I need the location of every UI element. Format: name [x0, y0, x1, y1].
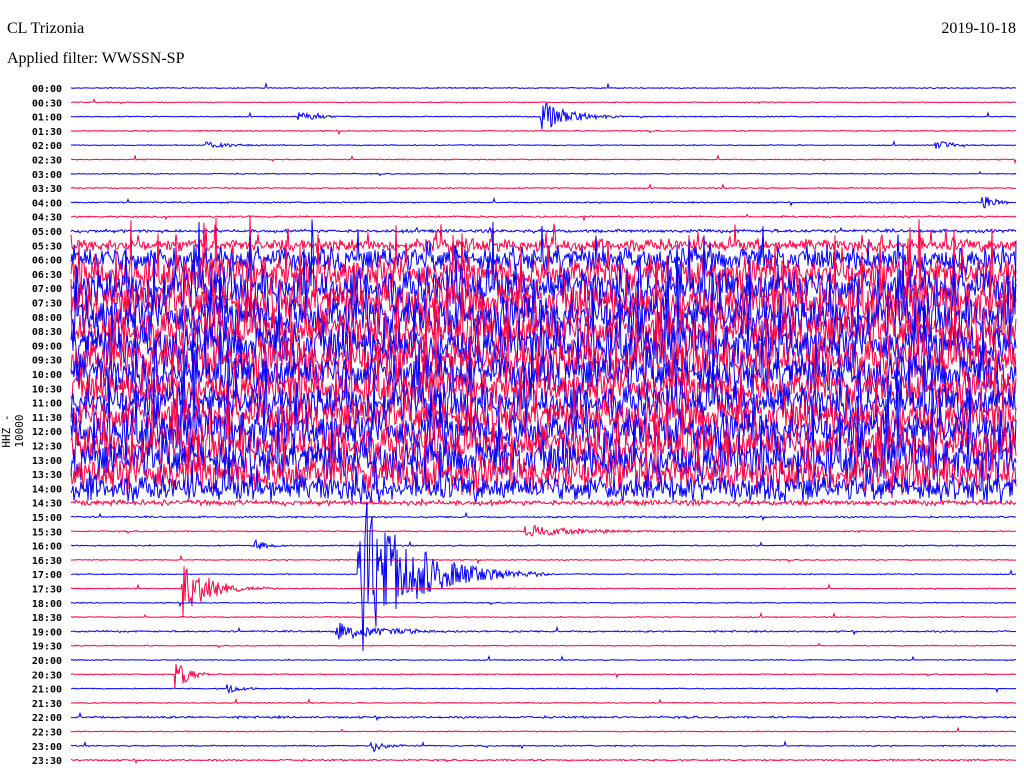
trace-row-1830 [70, 611, 1017, 619]
trace-row-2100 [70, 684, 1016, 695]
row-time-label: 07:30 [32, 299, 62, 310]
trace-row-1900 [70, 622, 1017, 640]
row-time-label: 11:00 [32, 399, 62, 410]
row-time-label: 13:30 [32, 470, 62, 481]
row-time-label: 19:00 [32, 627, 62, 638]
row-time-label: 15:00 [32, 513, 62, 524]
row-time-label: 03:30 [32, 184, 62, 195]
row-time-label: 14:30 [32, 499, 62, 510]
trace-row-1800 [70, 601, 1017, 608]
trace-row-1930 [70, 642, 1016, 649]
row-time-label: 23:30 [32, 756, 62, 767]
trace-row-1630 [70, 554, 1017, 565]
row-time-label: 00:00 [32, 84, 62, 95]
row-time-label: 05:30 [32, 241, 62, 252]
row-time-label: 15:30 [32, 527, 62, 538]
row-time-label: 02:30 [32, 156, 62, 167]
row-time-label: 14:00 [32, 484, 62, 495]
row-time-label: 11:30 [32, 413, 62, 424]
row-time-label: 08:30 [32, 327, 62, 338]
trace-row-2000 [70, 654, 1017, 662]
trace-row-0200 [70, 140, 1017, 149]
trace-row-1530 [70, 524, 1017, 537]
trace-row-0130 [70, 129, 1017, 136]
row-time-label: 01:30 [32, 127, 62, 138]
row-time-label: 01:00 [32, 113, 62, 124]
row-time-label: 19:30 [32, 642, 62, 653]
row-time-label: 00:30 [32, 98, 62, 109]
trace-row-1700 [70, 501, 1017, 652]
row-time-label: 16:00 [32, 542, 62, 553]
row-time-label: 23:00 [32, 742, 62, 753]
trace-row-2130 [70, 697, 1017, 705]
trace-row-2230 [70, 726, 1017, 733]
row-time-label: 22:30 [32, 728, 62, 739]
row-time-label: 12:30 [32, 442, 62, 453]
row-time-label: 04:30 [32, 213, 62, 224]
trace-row-1600 [70, 539, 1017, 550]
row-time-label: 17:00 [32, 570, 62, 581]
row-time-label: 09:00 [32, 341, 62, 352]
row-time-label: 17:30 [32, 585, 62, 596]
trace-row-2330 [70, 758, 1017, 765]
row-time-label: 06:00 [32, 256, 62, 267]
trace-row-0030 [70, 97, 1016, 105]
row-time-label: 08:00 [32, 313, 62, 324]
trace-row-2030 [70, 663, 1017, 689]
trace-row-2300 [70, 740, 1017, 753]
row-time-label: 05:00 [32, 227, 62, 238]
row-time-label: 02:00 [32, 141, 62, 152]
trace-row-2200 [70, 711, 1017, 722]
row-time-label: 10:30 [32, 384, 62, 395]
trace-row-1430 [70, 497, 1017, 508]
trace-row-0500 [70, 226, 1017, 234]
row-time-label: 09:30 [32, 356, 62, 367]
row-time-label: 20:30 [32, 670, 62, 681]
row-time-label: 18:00 [32, 599, 62, 610]
row-time-label: 10:00 [32, 370, 62, 381]
trace-row-0330 [70, 182, 1017, 190]
trace-row-0400 [70, 196, 1017, 209]
row-time-label: 16:30 [32, 556, 62, 567]
trace-row-0230 [70, 153, 1017, 165]
row-time-label: 13:00 [32, 456, 62, 467]
row-time-label: 18:30 [32, 613, 62, 624]
row-time-label: 03:00 [32, 170, 62, 181]
trace-row-0100 [70, 102, 1016, 130]
row-time-label: 07:00 [32, 284, 62, 295]
trace-row-0300 [70, 170, 1017, 177]
helicorder-plot: 00:00 00:30 01:00 01:30 02:00 02:30 03:00 03:30… [32, 81, 1017, 767]
row-time-label: 04:00 [32, 198, 62, 209]
row-time-label: 20:00 [32, 656, 62, 667]
row-time-label: 21:00 [32, 685, 62, 696]
row-time-label: 22:00 [32, 713, 62, 724]
trace-row-0000 [71, 81, 1017, 90]
trace-row-1500 [71, 511, 1017, 522]
trace-row-0430 [70, 213, 1017, 222]
row-time-label: 12:00 [32, 427, 62, 438]
row-time-label: 21:30 [32, 699, 62, 710]
row-time-label: 06:30 [32, 270, 62, 281]
trace-row-0530 [70, 223, 1017, 254]
